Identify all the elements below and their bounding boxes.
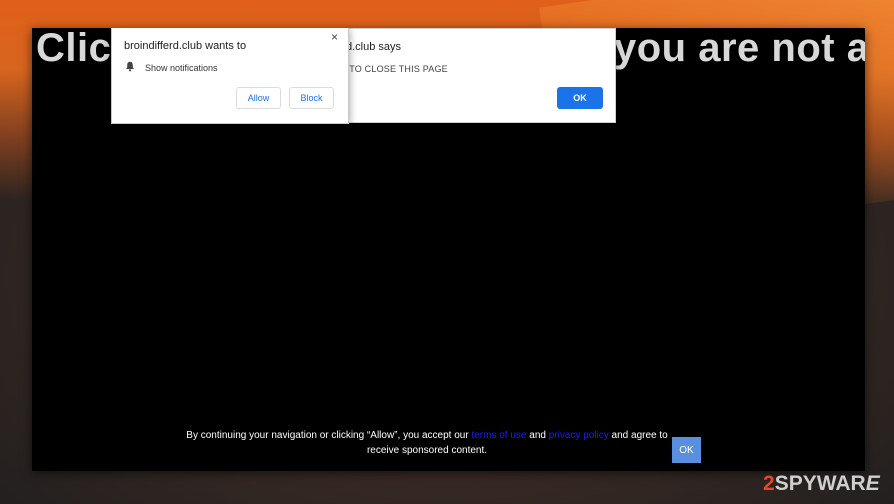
close-icon[interactable]: × (331, 30, 338, 44)
watermark-part-2: SPYWAR (774, 472, 866, 495)
browser-page: Clic you are not a d.club says W TO CLOS… (32, 28, 865, 471)
allow-button[interactable]: Allow (236, 87, 281, 109)
notification-permission-prompt: broindifferd.club wants to × Show notifi… (111, 28, 349, 124)
headline-right: you are not a (614, 28, 865, 70)
alert-dialog: d.club says W TO CLOSE THIS PAGE OK (332, 28, 616, 123)
terms-of-use-link[interactable]: terms of use (471, 430, 526, 441)
block-button[interactable]: Block (289, 87, 334, 109)
bell-icon (126, 61, 134, 72)
alert-title: d.club says (346, 41, 402, 53)
headline-left: Clic (36, 28, 112, 70)
privacy-policy-link[interactable]: privacy policy (549, 430, 609, 441)
consent-ok-button[interactable]: OK (672, 437, 701, 463)
consent-text-1: By continuing your navigation or clickin… (186, 430, 472, 441)
consent-text-2: and (526, 430, 549, 441)
alert-ok-button[interactable]: OK (557, 87, 603, 109)
watermark-logo: 2 SPYWAR E (763, 470, 880, 498)
consent-text: By continuing your navigation or clickin… (182, 428, 672, 458)
watermark-part-3: E (865, 472, 880, 495)
permission-label: Show notifications (145, 63, 218, 73)
prompt-title: broindifferd.club wants to (124, 40, 247, 52)
watermark-part-1: 2 (763, 472, 775, 495)
alert-message: W TO CLOSE THIS PAGE (338, 64, 448, 74)
